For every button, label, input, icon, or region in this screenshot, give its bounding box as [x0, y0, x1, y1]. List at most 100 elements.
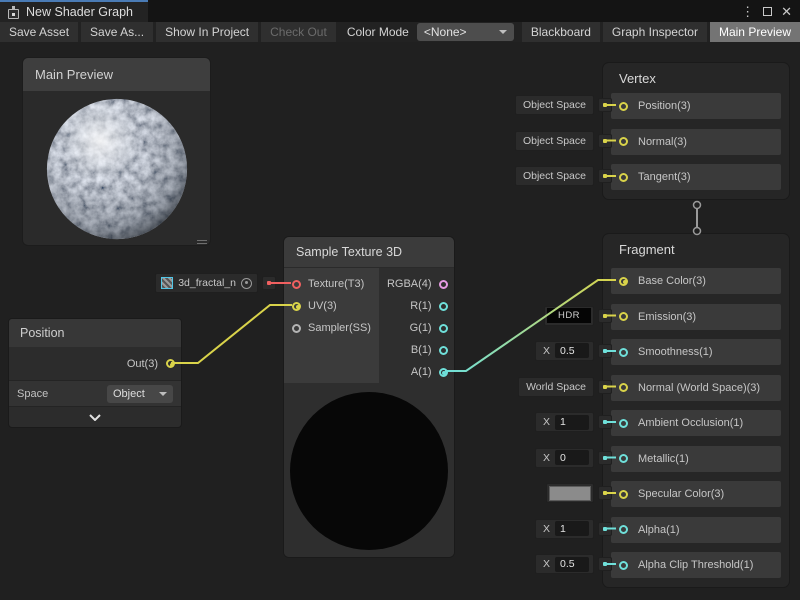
connector-stub: [598, 522, 612, 536]
tangent-port[interactable]: [619, 173, 628, 182]
save-as-button[interactable]: Save As...: [81, 22, 153, 42]
resize-handle[interactable]: [197, 240, 207, 244]
check-out-button: Check Out: [261, 22, 336, 42]
base-color-port[interactable]: [619, 277, 628, 286]
slot-sampler-input: Sampler(SS): [284, 317, 379, 339]
main-preview-title: Main Preview: [23, 58, 210, 91]
alpha-value-badge[interactable]: X1: [535, 519, 612, 539]
space-dropdown[interactable]: Object: [107, 385, 173, 403]
b-port[interactable]: [439, 346, 448, 355]
tangent-space-badge[interactable]: Object Space: [515, 166, 612, 186]
slot-base-color: Base Color(3): [611, 268, 781, 294]
metallic-port[interactable]: [619, 454, 628, 463]
kebab-menu-icon[interactable]: ⋮: [741, 5, 754, 18]
space-label: Space: [17, 388, 48, 400]
shader-graph-asset-icon: [7, 6, 20, 19]
rgba-port[interactable]: [439, 280, 448, 289]
graph-canvas[interactable]: Main Preview: [0, 42, 800, 600]
alpha-port[interactable]: [619, 525, 628, 534]
specular-color-badge[interactable]: [546, 483, 612, 503]
value-field[interactable]: 0.5: [555, 343, 589, 358]
object-picker-icon[interactable]: [241, 278, 252, 289]
position-port[interactable]: [619, 102, 628, 111]
emission-port[interactable]: [619, 312, 628, 321]
connector-stub: [598, 98, 612, 112]
ambient-occlusion-value-badge[interactable]: X1: [535, 412, 612, 432]
maximize-icon[interactable]: [763, 7, 772, 16]
position-node[interactable]: Position Out(3) Space Object: [8, 318, 182, 428]
axis-label: X: [543, 416, 550, 428]
g-port[interactable]: [439, 324, 448, 333]
metallic-value-badge[interactable]: X0: [535, 448, 612, 468]
collapse-chevron-icon: [89, 414, 101, 421]
slot-specular-color: Specular Color(3): [611, 481, 781, 507]
graph-inspector-toggle-button[interactable]: Graph Inspector: [603, 22, 707, 42]
main-preview-toggle-button[interactable]: Main Preview: [710, 22, 800, 42]
slot-out: Out(3): [9, 347, 181, 381]
value-field[interactable]: 0: [555, 450, 589, 465]
connector-stub: [598, 169, 612, 183]
vertex-node[interactable]: Vertex Position(3) Normal(3) Tangent(3): [602, 62, 790, 200]
close-icon[interactable]: ✕: [781, 5, 792, 18]
position-space-badge[interactable]: Object Space: [515, 95, 612, 115]
value-field[interactable]: 1: [555, 415, 589, 430]
slot-alpha-clip-threshold: Alpha Clip Threshold(1): [611, 552, 781, 578]
emission-hdr-badge[interactable]: HDR: [544, 306, 612, 326]
position-node-title: Position: [9, 319, 181, 347]
slot-rgba-output: RGBA(4): [379, 273, 455, 295]
texture-property-badge[interactable]: 3d_fractal_n: [155, 273, 276, 293]
connector-stub: [598, 344, 612, 358]
node-preview-sphere: [290, 392, 448, 550]
alpha-clip-threshold-value-badge[interactable]: X0.5: [535, 554, 612, 574]
blackboard-toggle-button[interactable]: Blackboard: [522, 22, 600, 42]
sample-texture-3d-node[interactable]: Sample Texture 3D Texture(T3) UV(3) Samp…: [283, 236, 455, 558]
normal-port[interactable]: [619, 137, 628, 146]
slot-alpha: Alpha(1): [611, 517, 781, 543]
slot-normal-world: Normal (World Space)(3): [611, 375, 781, 401]
slot-a-output: A(1): [379, 361, 455, 383]
color-mode-dropdown[interactable]: <None>: [417, 23, 514, 41]
connector-stub: [598, 134, 612, 148]
slot-texture-input: Texture(T3): [284, 273, 379, 295]
preview-sphere: [44, 96, 190, 242]
texture-port[interactable]: [292, 280, 301, 289]
smoothness-value-badge[interactable]: X0.5: [535, 341, 612, 361]
chevron-down-icon: [499, 30, 507, 34]
connector-stub: [598, 309, 612, 323]
connector-stub: [262, 276, 276, 290]
show-in-project-button[interactable]: Show In Project: [156, 22, 258, 42]
toolbar: Save Asset Save As... Show In Project Ch…: [0, 22, 800, 42]
normal-space-badge[interactable]: Object Space: [515, 131, 612, 151]
color-mode-value: <None>: [424, 25, 467, 39]
value-field[interactable]: 1: [555, 521, 589, 536]
hdr-color-swatch[interactable]: HDR: [547, 308, 591, 323]
slot-uv-input: UV(3): [284, 295, 379, 317]
sample-texture-3d-body: Texture(T3) UV(3) Sampler(SS) RGBA(4): [284, 268, 454, 383]
normal-world-port[interactable]: [619, 383, 628, 392]
slot-metallic: Metallic(1): [611, 446, 781, 472]
connector-stub: [598, 380, 612, 394]
uv-port[interactable]: [292, 302, 301, 311]
a-port[interactable]: [439, 368, 448, 377]
r-port[interactable]: [439, 302, 448, 311]
node-preview: [284, 383, 454, 558]
space-value: Object: [113, 388, 145, 400]
fragment-node-title: Fragment: [619, 242, 675, 257]
vertex-fragment-link: [694, 202, 701, 235]
alpha-clip-threshold-port[interactable]: [619, 561, 628, 570]
ambient-occlusion-port[interactable]: [619, 419, 628, 428]
sampler-port[interactable]: [292, 324, 301, 333]
normal-space-mode-badge[interactable]: World Space: [518, 377, 612, 397]
tab-new-shader-graph[interactable]: New Shader Graph: [0, 0, 148, 22]
smoothness-port[interactable]: [619, 348, 628, 357]
specular-color-swatch[interactable]: [549, 486, 591, 501]
tab-bar: New Shader Graph ⋮ ✕: [0, 0, 800, 22]
collapse-row[interactable]: [9, 407, 181, 427]
main-preview-body: [23, 91, 210, 246]
specular-color-port[interactable]: [619, 490, 628, 499]
out-port[interactable]: [166, 359, 175, 368]
fragment-node[interactable]: Fragment Base Color(3) Emission(3) Smoot…: [602, 233, 790, 588]
slot-position: Position(3): [611, 93, 781, 119]
save-asset-button[interactable]: Save Asset: [0, 22, 78, 42]
value-field[interactable]: 0.5: [555, 557, 589, 572]
